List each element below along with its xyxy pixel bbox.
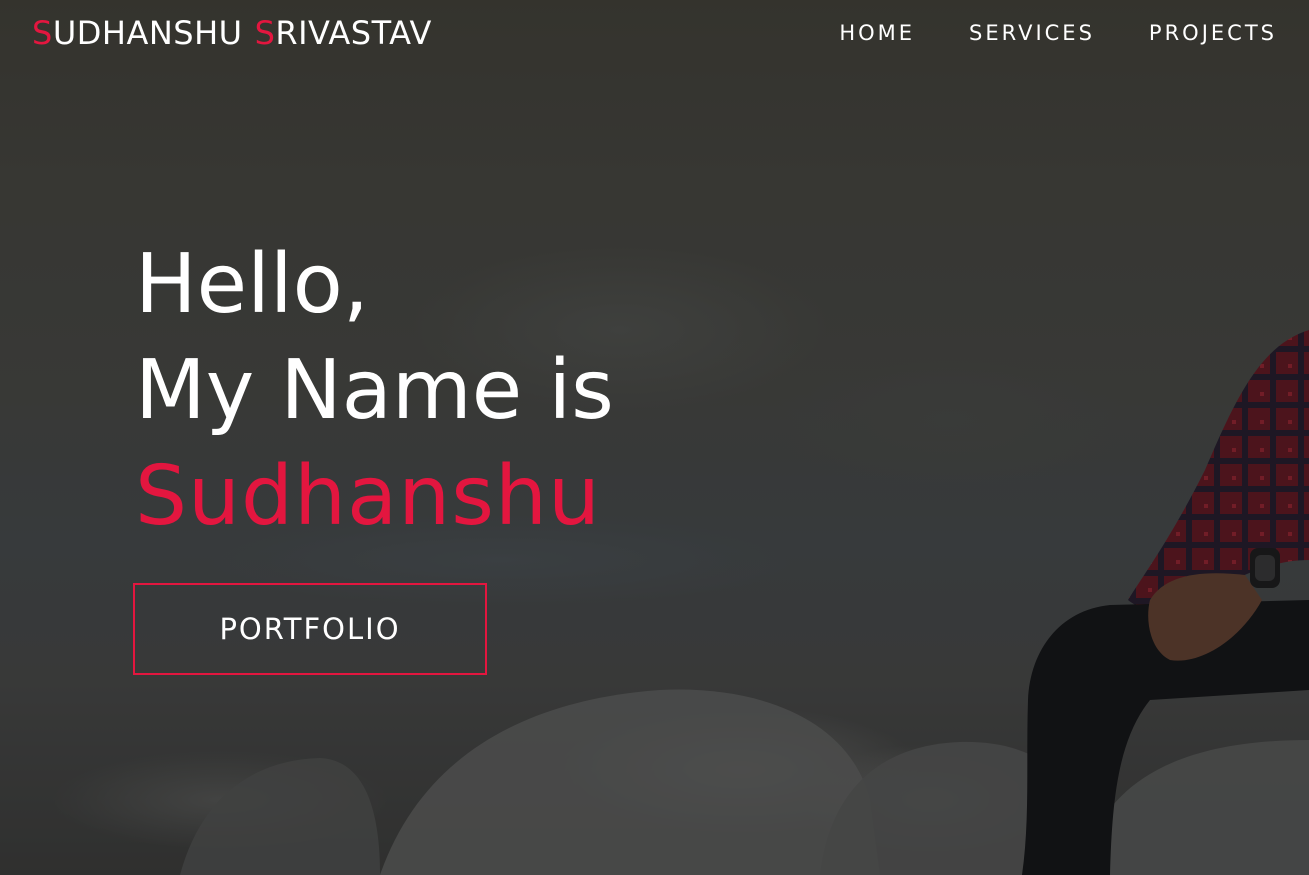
brand-last-initial: S [254,14,276,52]
hero-name: Sudhanshu [135,449,601,544]
portfolio-button[interactable]: PORTFOLIO [133,583,487,675]
hero-intro: My Name is [135,343,614,438]
nav-link-services[interactable]: SERVICES [969,21,1095,45]
brand-last-rest: RIVASTAV [275,14,432,52]
brand-first-initial: S [32,14,53,52]
hero-greeting: Hello, [135,237,369,332]
top-navbar: S UDHANSHU S RIVASTAV HOME SERVICES PROJ… [0,0,1309,66]
nav-link-projects[interactable]: PROJECTS [1149,21,1277,45]
hero-heading: Hello, My Name is Sudhanshu [135,232,614,550]
nav-link-home[interactable]: HOME [839,21,915,45]
brand-first-rest: UDHANSHU [52,14,243,52]
brand-spacer [243,14,255,52]
main-nav: HOME SERVICES PROJECTS [839,21,1277,45]
site-logo[interactable]: S UDHANSHU S RIVASTAV [32,14,432,52]
